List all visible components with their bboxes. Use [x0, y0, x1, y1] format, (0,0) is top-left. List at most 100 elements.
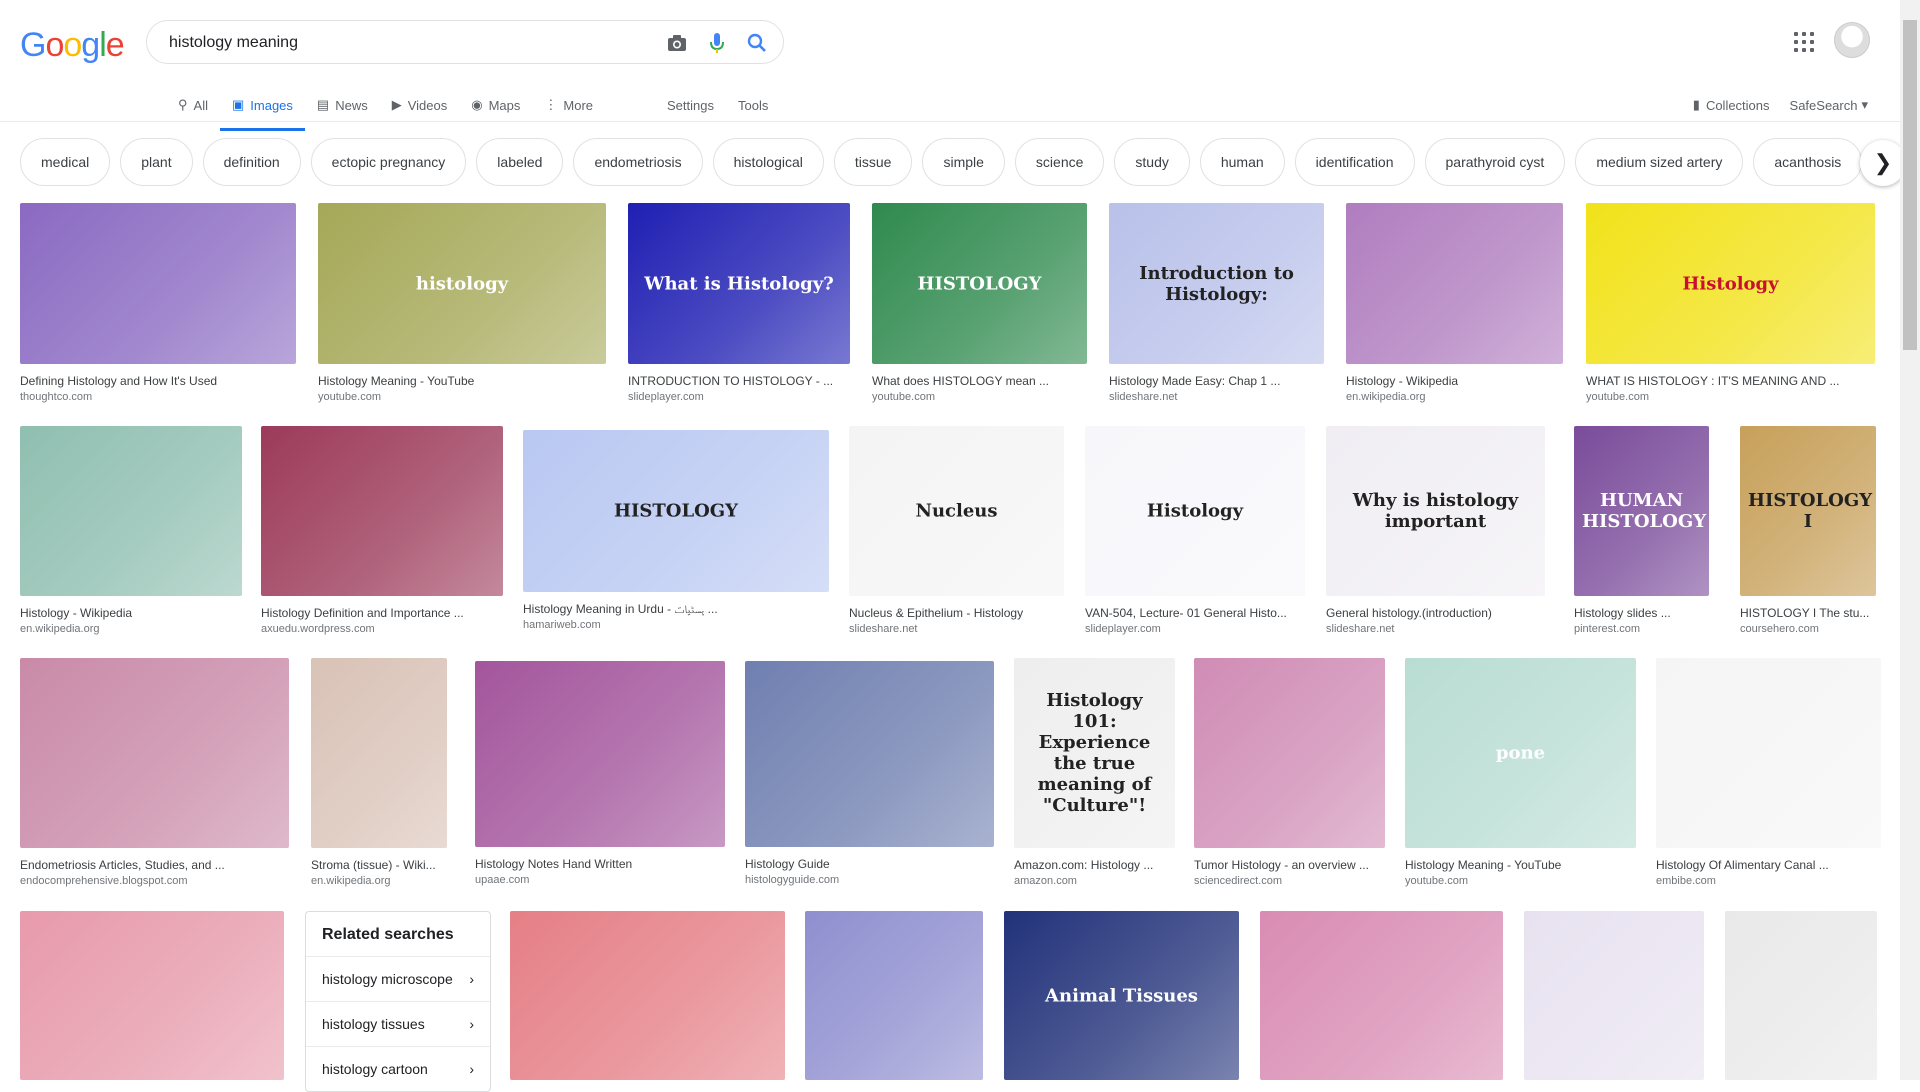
search-icon[interactable] [745, 31, 769, 55]
result-title[interactable]: Histology Guide [745, 856, 994, 872]
image-thumbnail[interactable] [20, 658, 289, 848]
image-result[interactable] [1524, 911, 1704, 1080]
apps-grid-icon[interactable] [1790, 28, 1814, 52]
image-thumbnail[interactable] [745, 661, 994, 847]
microphone-icon[interactable] [705, 31, 729, 55]
image-result[interactable]: HUMAN HISTOLOGY Histology slides ... pinte… [1574, 426, 1709, 637]
image-result[interactable]: Animal Tissues [1004, 911, 1239, 1080]
chip[interactable]: medium sized artery [1575, 138, 1744, 186]
result-title[interactable]: Histology Made Easy: Chap 1 ... [1109, 373, 1324, 389]
image-thumbnail[interactable] [510, 911, 785, 1080]
image-thumbnail[interactable]: HISTOLOGY I [1740, 426, 1876, 596]
image-thumbnail[interactable] [475, 661, 725, 847]
tab-maps[interactable]: ◉ Maps [459, 90, 532, 120]
image-result[interactable] [20, 911, 284, 1080]
result-title[interactable]: Histology Meaning - YouTube [1405, 857, 1636, 873]
result-title[interactable]: Histology Meaning - YouTube [318, 373, 606, 389]
chip[interactable]: science [1014, 138, 1105, 186]
google-logo[interactable]: Google [20, 26, 125, 65]
result-title[interactable]: General histology.(introduction) [1326, 605, 1545, 621]
image-result[interactable]: Endometriosis Articles, Studies, and ...… [20, 658, 289, 889]
safesearch-dropdown[interactable]: SafeSearch ▾ [1790, 97, 1868, 113]
result-title[interactable]: Amazon.com: Histology ... [1014, 857, 1175, 873]
image-result[interactable]: Introduction to Histology: Histology Made… [1109, 203, 1324, 405]
image-thumbnail[interactable]: Histology 101: Experience the true meani… [1014, 658, 1175, 848]
search-input[interactable] [167, 31, 631, 55]
result-title[interactable]: Tumor Histology - an overview ... [1194, 857, 1385, 873]
result-title[interactable]: Histology Definition and Importance ... [261, 605, 503, 621]
chip[interactable]: medical [20, 138, 111, 186]
camera-icon[interactable] [665, 31, 689, 55]
image-result[interactable]: HISTOLOGY I HISTOLOGY I The stu... courseh… [1740, 426, 1876, 637]
tab-more[interactable]: ⋮ More [532, 90, 605, 120]
related-search-item[interactable]: histology cartoon › [306, 1046, 490, 1091]
chip[interactable]: simple [922, 138, 1005, 186]
image-result[interactable]: Histology Of Alimentary Canal ... embibe.… [1656, 658, 1881, 889]
image-result[interactable]: Tumor Histology - an overview ... science… [1194, 658, 1385, 889]
result-title[interactable]: Nucleus & Epithelium - Histology [849, 605, 1064, 621]
image-result[interactable]: Nucleus Nucleus & Epithelium - Histology s… [849, 426, 1064, 637]
image-thumbnail[interactable]: Why is histology important [1326, 426, 1545, 596]
image-result[interactable]: Histology Notes Hand Written upaae.com [475, 661, 725, 888]
image-result[interactable]: Histology - Wikipedia en.wikipedia.org [1346, 203, 1563, 405]
image-result[interactable]: pone Histology Meaning - YouTube youtube.c… [1405, 658, 1636, 889]
tab-videos[interactable]: ▶ Videos [380, 90, 460, 120]
image-thumbnail[interactable] [805, 911, 983, 1080]
image-result[interactable]: Defining Histology and How It's Used thou… [20, 203, 296, 405]
tab-all[interactable]: ⚲ All [166, 90, 220, 120]
collections-link[interactable]: ▮ Collections [1693, 97, 1770, 113]
image-thumbnail[interactable] [1346, 203, 1563, 364]
image-thumbnail[interactable] [20, 911, 284, 1080]
scrollbar[interactable] [1900, 0, 1920, 1080]
image-result[interactable]: histology Histology Meaning - YouTube yout… [318, 203, 606, 405]
image-result[interactable]: Histology WHAT IS HISTOLOGY : IT'S MEANIN… [1586, 203, 1875, 405]
result-title[interactable]: Defining Histology and How It's Used [20, 373, 296, 389]
image-result[interactable] [1260, 911, 1503, 1080]
chip[interactable]: human [1199, 138, 1285, 186]
chip[interactable]: parathyroid cyst [1424, 138, 1566, 186]
image-thumbnail[interactable]: Nucleus [849, 426, 1064, 596]
image-thumbnail[interactable] [1656, 658, 1881, 848]
tab-news[interactable]: ▤ News [305, 90, 380, 120]
image-thumbnail[interactable]: What is Histology? [628, 203, 850, 364]
image-thumbnail[interactable] [311, 658, 447, 848]
image-thumbnail[interactable]: Histology [1586, 203, 1875, 364]
chip[interactable]: endometriosis [573, 138, 703, 186]
result-title[interactable]: Histology - Wikipedia [1346, 373, 1563, 389]
chip[interactable]: identification [1294, 138, 1415, 186]
image-thumbnail[interactable]: HISTOLOGY [523, 430, 829, 592]
image-result[interactable]: HISTOLOGY What does HISTOLOGY mean ... you… [872, 203, 1087, 405]
chip[interactable]: acanthosis [1753, 138, 1863, 186]
image-result[interactable]: Histology Guide histologyguide.com [745, 661, 994, 888]
related-search-item[interactable]: histology microscope › [306, 956, 490, 1001]
result-title[interactable]: What does HISTOLOGY mean ... [872, 373, 1087, 389]
result-title[interactable]: Stroma (tissue) - Wiki... [311, 857, 447, 873]
tab-settings[interactable]: Settings [655, 90, 726, 120]
image-result[interactable]: Histology 101: Experience the true meani… [1014, 658, 1175, 889]
image-thumbnail[interactable]: Histology [1085, 426, 1305, 596]
result-title[interactable]: INTRODUCTION TO HISTOLOGY - ... [628, 373, 850, 389]
image-thumbnail[interactable]: Animal Tissues [1004, 911, 1239, 1080]
result-title[interactable]: Histology Notes Hand Written [475, 856, 725, 872]
chip[interactable]: tissue [833, 138, 913, 186]
related-search-item[interactable]: histology tissues › [306, 1001, 490, 1046]
image-result[interactable] [510, 911, 785, 1080]
image-thumbnail[interactable]: HISTOLOGY [872, 203, 1087, 364]
image-thumbnail[interactable]: pone [1405, 658, 1636, 848]
result-title[interactable]: Histology slides ... [1574, 605, 1709, 621]
image-thumbnail[interactable] [20, 203, 296, 364]
result-title[interactable]: VAN-504, Lecture- 01 General Histo... [1085, 605, 1305, 621]
search-box[interactable] [146, 20, 784, 64]
result-title[interactable]: HISTOLOGY I The stu... [1740, 605, 1876, 621]
image-thumbnail[interactable] [1524, 911, 1704, 1080]
image-result[interactable]: HISTOLOGY Histology Meaning in Urdu - ﮨﺴﭩ… [523, 430, 829, 633]
chip[interactable]: ectopic pregnancy [310, 138, 467, 186]
image-result[interactable]: Stroma (tissue) - Wiki... en.wikipedia.or… [311, 658, 447, 889]
chip[interactable]: histological [712, 138, 824, 186]
image-result[interactable]: Histology - Wikipedia en.wikipedia.org [20, 426, 242, 637]
image-result[interactable]: Why is histology important General histol… [1326, 426, 1545, 637]
chip[interactable]: definition [202, 138, 301, 186]
image-thumbnail[interactable]: HUMAN HISTOLOGY [1574, 426, 1709, 596]
result-title[interactable]: Histology - Wikipedia [20, 605, 242, 621]
result-title[interactable]: Endometriosis Articles, Studies, and ... [20, 857, 289, 873]
